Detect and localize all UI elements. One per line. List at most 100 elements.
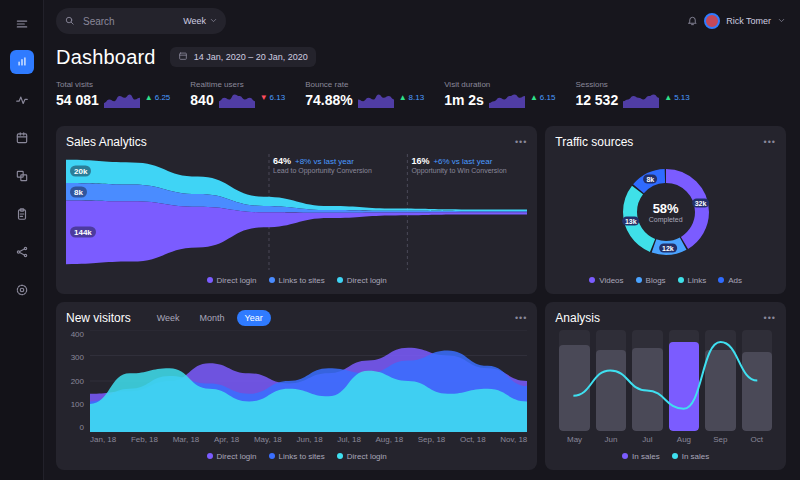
- traffic-sources-card: Traffic sources•••58%Completed32k12k13k8…: [545, 126, 786, 294]
- search-field[interactable]: Week: [56, 8, 226, 34]
- legend-label: Links to sites: [279, 276, 325, 285]
- layers-icon[interactable]: [10, 164, 34, 188]
- y-tick: 100: [66, 400, 84, 409]
- period-dropdown[interactable]: Week: [183, 16, 218, 27]
- y-tick: 300: [66, 353, 84, 362]
- sales-analytics-card: Sales Analytics•••20k8k144k64%+8% vs las…: [56, 126, 537, 294]
- more-menu[interactable]: •••: [764, 313, 776, 323]
- user-name[interactable]: Rick Tomer: [726, 16, 771, 26]
- legend-dot: [636, 277, 642, 283]
- trend-arrow: ▲: [399, 93, 407, 102]
- more-menu[interactable]: •••: [515, 137, 527, 147]
- segment-label: 32k: [692, 199, 710, 208]
- funnel-band: [66, 200, 527, 264]
- card-title: Traffic sources: [555, 135, 633, 149]
- donut-area: 58%Completed32k12k13k8k: [555, 154, 776, 270]
- more-menu[interactable]: •••: [515, 313, 527, 323]
- legend-dot: [207, 453, 213, 459]
- bar-track[interactable]: [596, 330, 626, 431]
- main-area: Week Rick Tomer Dashboard 14 Jan, 2020 – 20…: [44, 0, 800, 480]
- y-tick: 200: [66, 377, 84, 386]
- bar-track[interactable]: [632, 330, 662, 431]
- bell-icon[interactable]: [687, 15, 698, 28]
- legend: Direct loginLinks to sitesDirect login: [66, 450, 527, 462]
- note-value: 64%: [273, 156, 291, 166]
- stat-change: ▲5.13: [664, 93, 690, 108]
- menu-icon[interactable]: [10, 12, 34, 36]
- calendar-icon: [178, 51, 188, 63]
- clipboard-icon[interactable]: [10, 202, 34, 226]
- card-title: Sales Analytics: [66, 135, 147, 149]
- bar-fill: [596, 350, 626, 431]
- user-menu[interactable]: Rick Tomer: [687, 13, 786, 29]
- period-tab[interactable]: Month: [192, 310, 233, 326]
- legend-label: Direct login: [347, 452, 387, 461]
- chevron-down-icon: [777, 16, 786, 27]
- activity-icon[interactable]: [10, 88, 34, 112]
- note-caption: Lead to Opportunity Conversion: [273, 167, 372, 174]
- stat-value: 840: [190, 92, 213, 108]
- search-input[interactable]: [81, 15, 177, 28]
- period-tab[interactable]: Week: [149, 310, 188, 326]
- x-tick: May, 18: [254, 435, 282, 446]
- legend-label: Links to sites: [279, 452, 325, 461]
- stat-label: Realtime users: [190, 80, 285, 89]
- calendar-icon[interactable]: [10, 126, 34, 150]
- stat-label: Total visits: [56, 80, 170, 89]
- x-tick: Jul, 18: [337, 435, 361, 446]
- bars: [555, 330, 776, 431]
- conversion-note: 64%+8% vs last yearLead to Opportunity C…: [273, 156, 372, 174]
- stats-row: Total visits 54 081▲6.25 Realtime users 840…: [56, 80, 786, 118]
- settings-icon[interactable]: [10, 278, 34, 302]
- avatar[interactable]: [704, 13, 720, 29]
- legend-dot: [678, 277, 684, 283]
- period-tab[interactable]: Year: [237, 310, 271, 326]
- page-title: Dashboard: [56, 46, 156, 69]
- trend-arrow: ▲: [145, 93, 153, 102]
- share-icon[interactable]: [10, 240, 34, 264]
- bar-fill: [705, 350, 735, 431]
- legend: VideosBlogsLinksAds: [555, 274, 776, 286]
- x-tick: Jul: [632, 435, 662, 446]
- x-tick: Apr, 18: [214, 435, 239, 446]
- bar-fill: [669, 342, 699, 431]
- stat-label: Sessions: [575, 80, 689, 89]
- sparkline: [219, 92, 255, 108]
- bar-track[interactable]: [559, 330, 589, 431]
- y-tick: 400: [66, 330, 84, 339]
- sparkline-area: [219, 94, 255, 108]
- stat: Bounce rate74.88%▲8.13: [305, 80, 424, 118]
- stat-row: 74.88%▲8.13: [305, 92, 424, 108]
- segment-label: 12k: [659, 243, 677, 252]
- date-range[interactable]: 14 Jan, 2020 – 20 Jan, 2020: [170, 47, 316, 67]
- change-value: 6.15: [540, 93, 556, 102]
- bar-track[interactable]: [705, 330, 735, 431]
- stat-change: ▲8.13: [399, 93, 425, 108]
- more-menu[interactable]: •••: [764, 137, 776, 147]
- legend-item: Videos: [589, 274, 623, 286]
- chart-icon[interactable]: [10, 50, 34, 74]
- stat-change: ▼6.13: [260, 93, 286, 108]
- legend-dot: [337, 277, 343, 283]
- legend-dot: [589, 277, 595, 283]
- band-label: 8k: [70, 186, 87, 197]
- card-title: New visitors: [66, 311, 131, 325]
- area-chart: [90, 330, 527, 432]
- stat-label: Visit duration: [444, 80, 555, 89]
- stat-row: 54 081▲6.25: [56, 92, 170, 108]
- stat: Realtime users 840 ▼6.13: [190, 80, 285, 118]
- x-axis: MayJunJulAugSepOct: [555, 435, 776, 446]
- sparkline: [489, 92, 525, 108]
- bar-track[interactable]: [669, 330, 699, 431]
- card-header: Analysis•••: [555, 310, 776, 326]
- bar-fill: [632, 348, 662, 431]
- stat-value: 12 532: [575, 92, 618, 108]
- funnel-chart: 20k8k144k64%+8% vs last yearLead to Oppo…: [66, 154, 527, 270]
- note-head: 16%+6% vs last year: [411, 156, 506, 166]
- band-label: 144k: [70, 227, 96, 238]
- stat-row: 1m 2s▲6.15: [444, 92, 555, 108]
- x-axis: Jan, 18Feb, 18Mar, 18Apr, 18May, 18Jun, …: [90, 435, 527, 446]
- area-series: [90, 350, 527, 432]
- period-label: Week: [183, 16, 206, 26]
- note-head: 64%+8% vs last year: [273, 156, 372, 166]
